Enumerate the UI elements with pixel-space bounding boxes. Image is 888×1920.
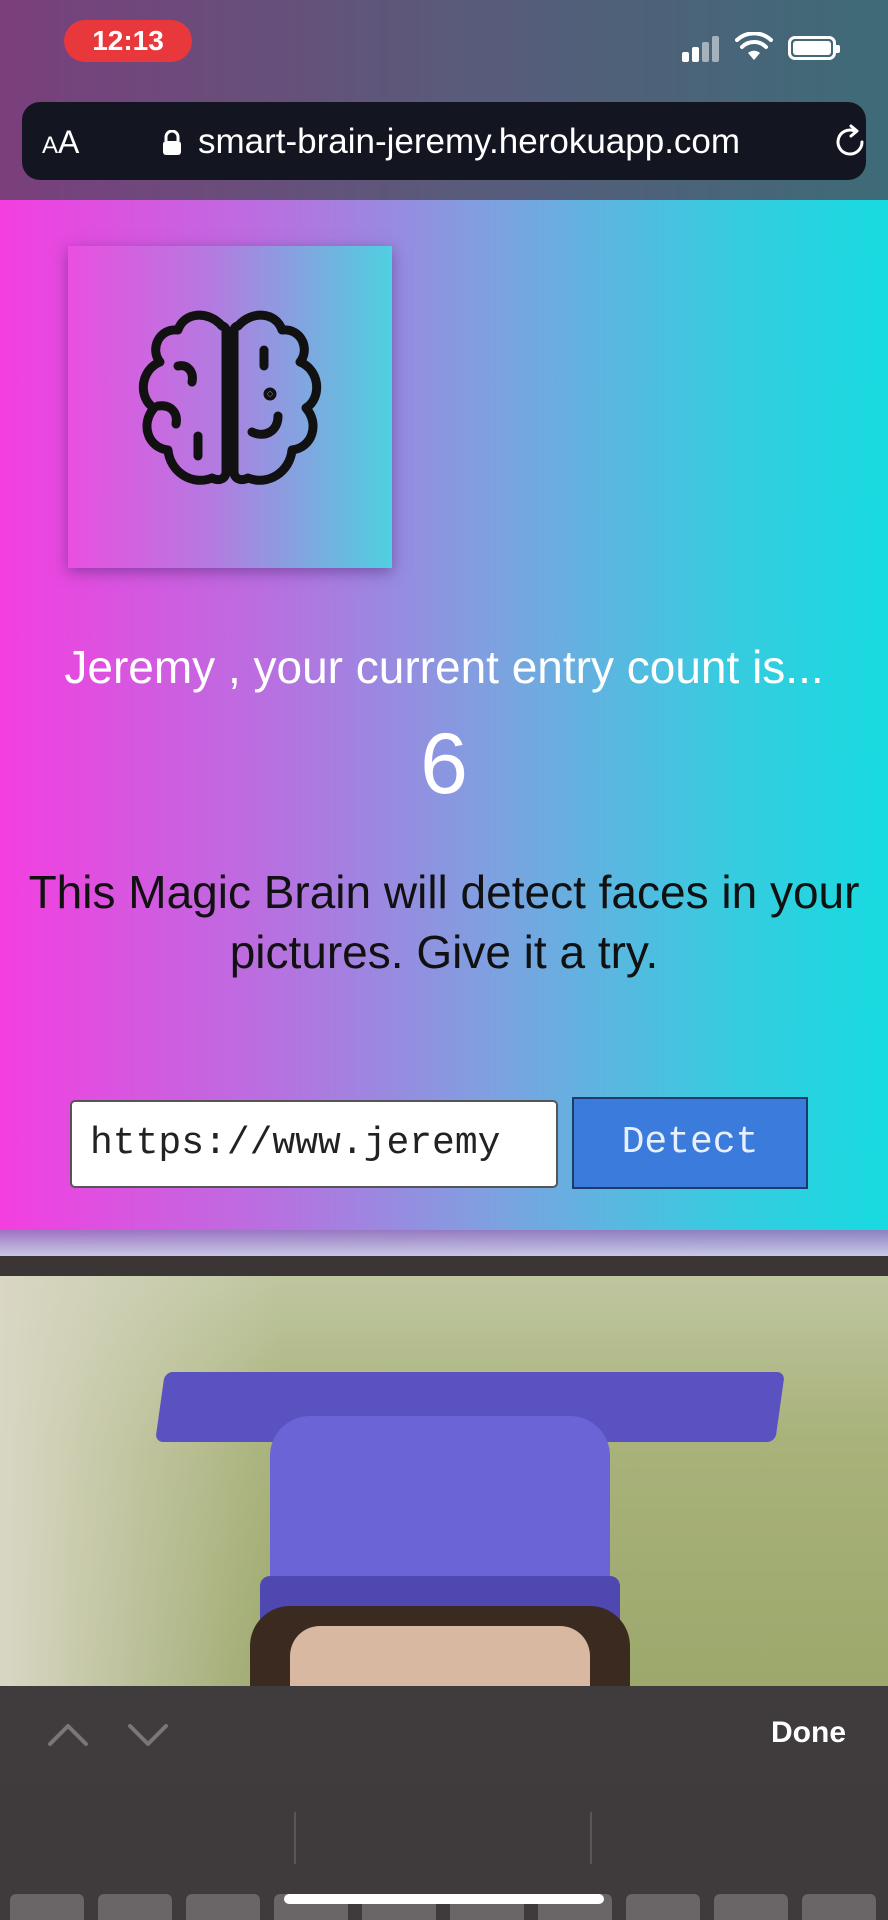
battery-icon [788,36,840,60]
entry-count-message: Jeremy , your current entry count is... [64,641,824,693]
detect-button[interactable]: Detect [572,1097,808,1189]
reload-icon[interactable] [832,124,868,160]
image-url-input[interactable]: https://www.jeremy [70,1100,558,1188]
address-bar[interactable]: AA smart-brain-jeremy.herokuapp.com [22,102,866,180]
page-divider [0,1230,888,1256]
app-page: Jeremy , your current entry count is... … [0,200,888,1256]
wifi-icon [735,32,773,60]
keyboard-toolbar: Done [0,1686,888,1782]
graduation-cap [270,1416,610,1596]
suggestion-divider [294,1812,296,1864]
face-region [290,1626,590,1686]
chevron-down-icon[interactable] [126,1716,170,1752]
suggestion-divider [590,1812,592,1864]
uploaded-photo [0,1276,888,1686]
text-size-button[interactable]: AA [42,124,79,161]
logo-tile [68,246,392,568]
app-description: This Magic Brain will detect faces in yo… [28,866,860,978]
chevron-up-icon[interactable] [46,1716,90,1752]
browser-chrome: 12:13 AA smart-brain-jeremy.herokuapp.co… [0,0,888,200]
status-time[interactable]: 12:13 [64,20,192,62]
entry-count-value: 6 [420,716,468,812]
status-bar: 12:13 [0,0,888,90]
lock-icon [163,130,181,155]
done-button[interactable]: Done [771,1716,846,1750]
home-indicator[interactable] [284,1894,604,1904]
screen: 12:13 AA smart-brain-jeremy.herokuapp.co… [0,0,888,1920]
keyboard-area: Done [0,1686,888,1920]
cellular-signal-icon [682,36,720,62]
url-text[interactable]: smart-brain-jeremy.herokuapp.com [198,122,740,162]
brain-icon [138,310,322,485]
